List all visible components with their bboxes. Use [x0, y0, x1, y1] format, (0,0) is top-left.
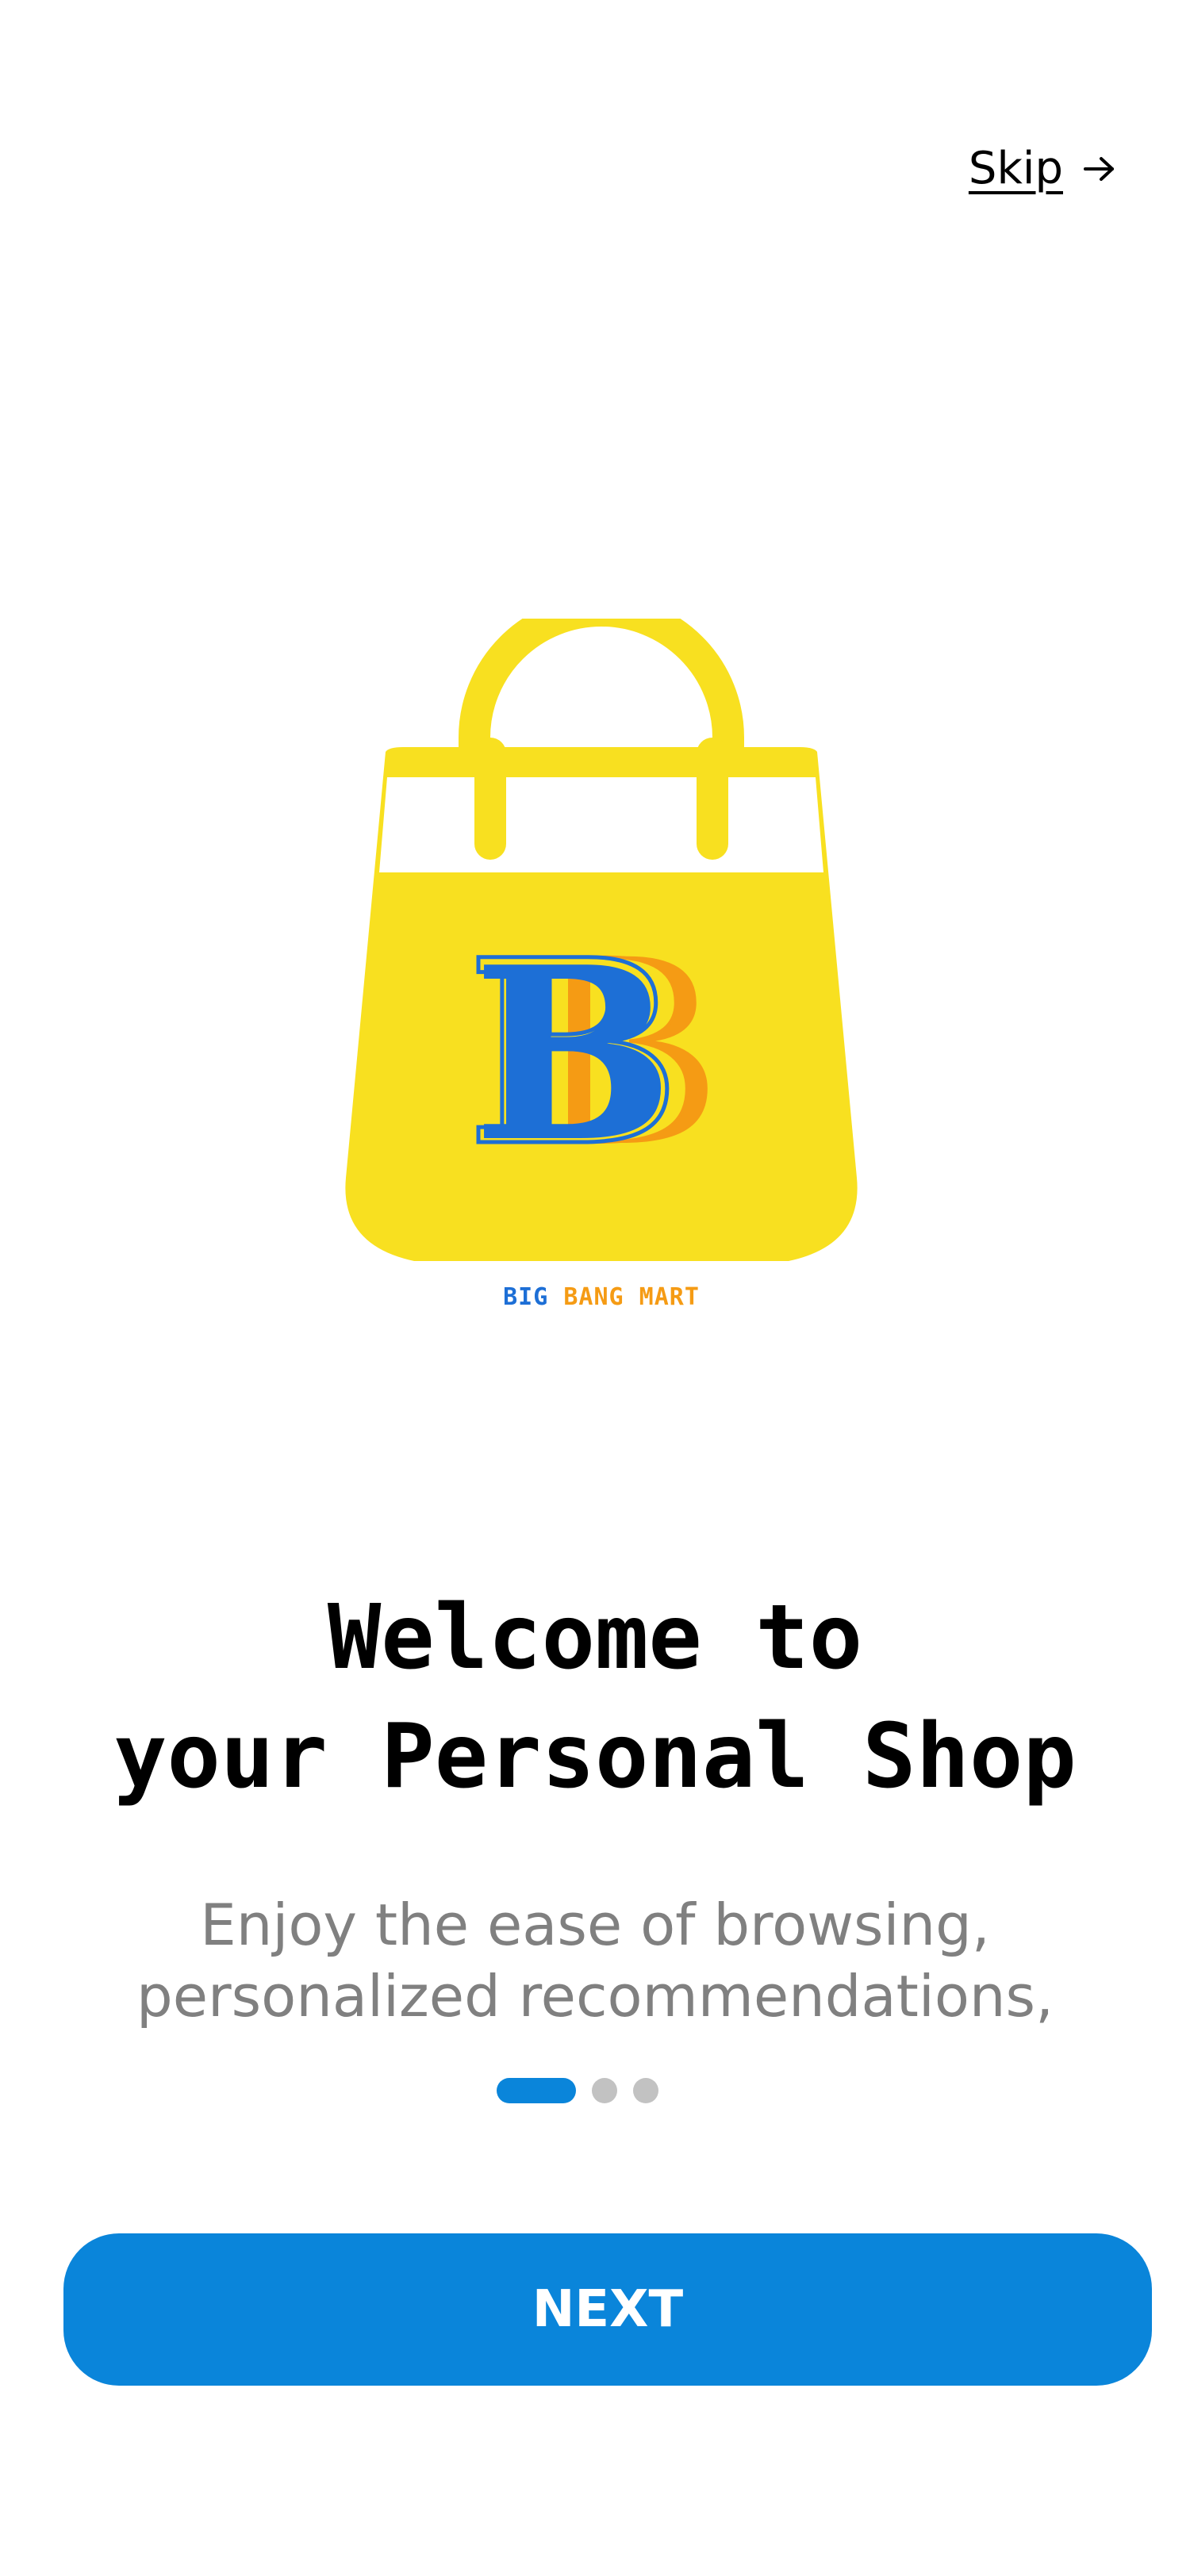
brand-word-mart: MART [639, 1283, 700, 1311]
title-line-2: your Personal Shop [113, 1705, 1077, 1808]
next-button[interactable]: NEXT [63, 2233, 1152, 2386]
shopping-bag-logo-icon: B B B B B [345, 619, 858, 1261]
subtitle-line-1: Enjoy the ease of browsing, [200, 1892, 990, 1958]
brand-name: BIG BANG MART [340, 1283, 863, 1311]
page-dot[interactable] [633, 2078, 658, 2103]
skip-link[interactable]: Skip [969, 143, 1117, 194]
brand-word-big: BIG [503, 1283, 549, 1311]
skip-label[interactable]: Skip [969, 143, 1063, 194]
arrow-right-icon[interactable] [1082, 155, 1117, 183]
subtitle-line-2: personalized recommendations, [136, 1963, 1054, 2030]
page-indicator [497, 2078, 658, 2103]
onboarding-title: Welcome to your Personal Shop [0, 1578, 1190, 1816]
page-dot[interactable] [592, 2078, 617, 2103]
onboarding-subtitle: Enjoy the ease of browsing, personalized… [0, 1889, 1190, 2032]
brand-logo: B B B B B BIG BANG MART [340, 619, 863, 1317]
title-line-1: Welcome to [327, 1586, 863, 1689]
brand-word-bang: BANG [563, 1283, 624, 1311]
svg-text:B: B [473, 914, 674, 1194]
page-dot-active[interactable] [497, 2078, 576, 2103]
